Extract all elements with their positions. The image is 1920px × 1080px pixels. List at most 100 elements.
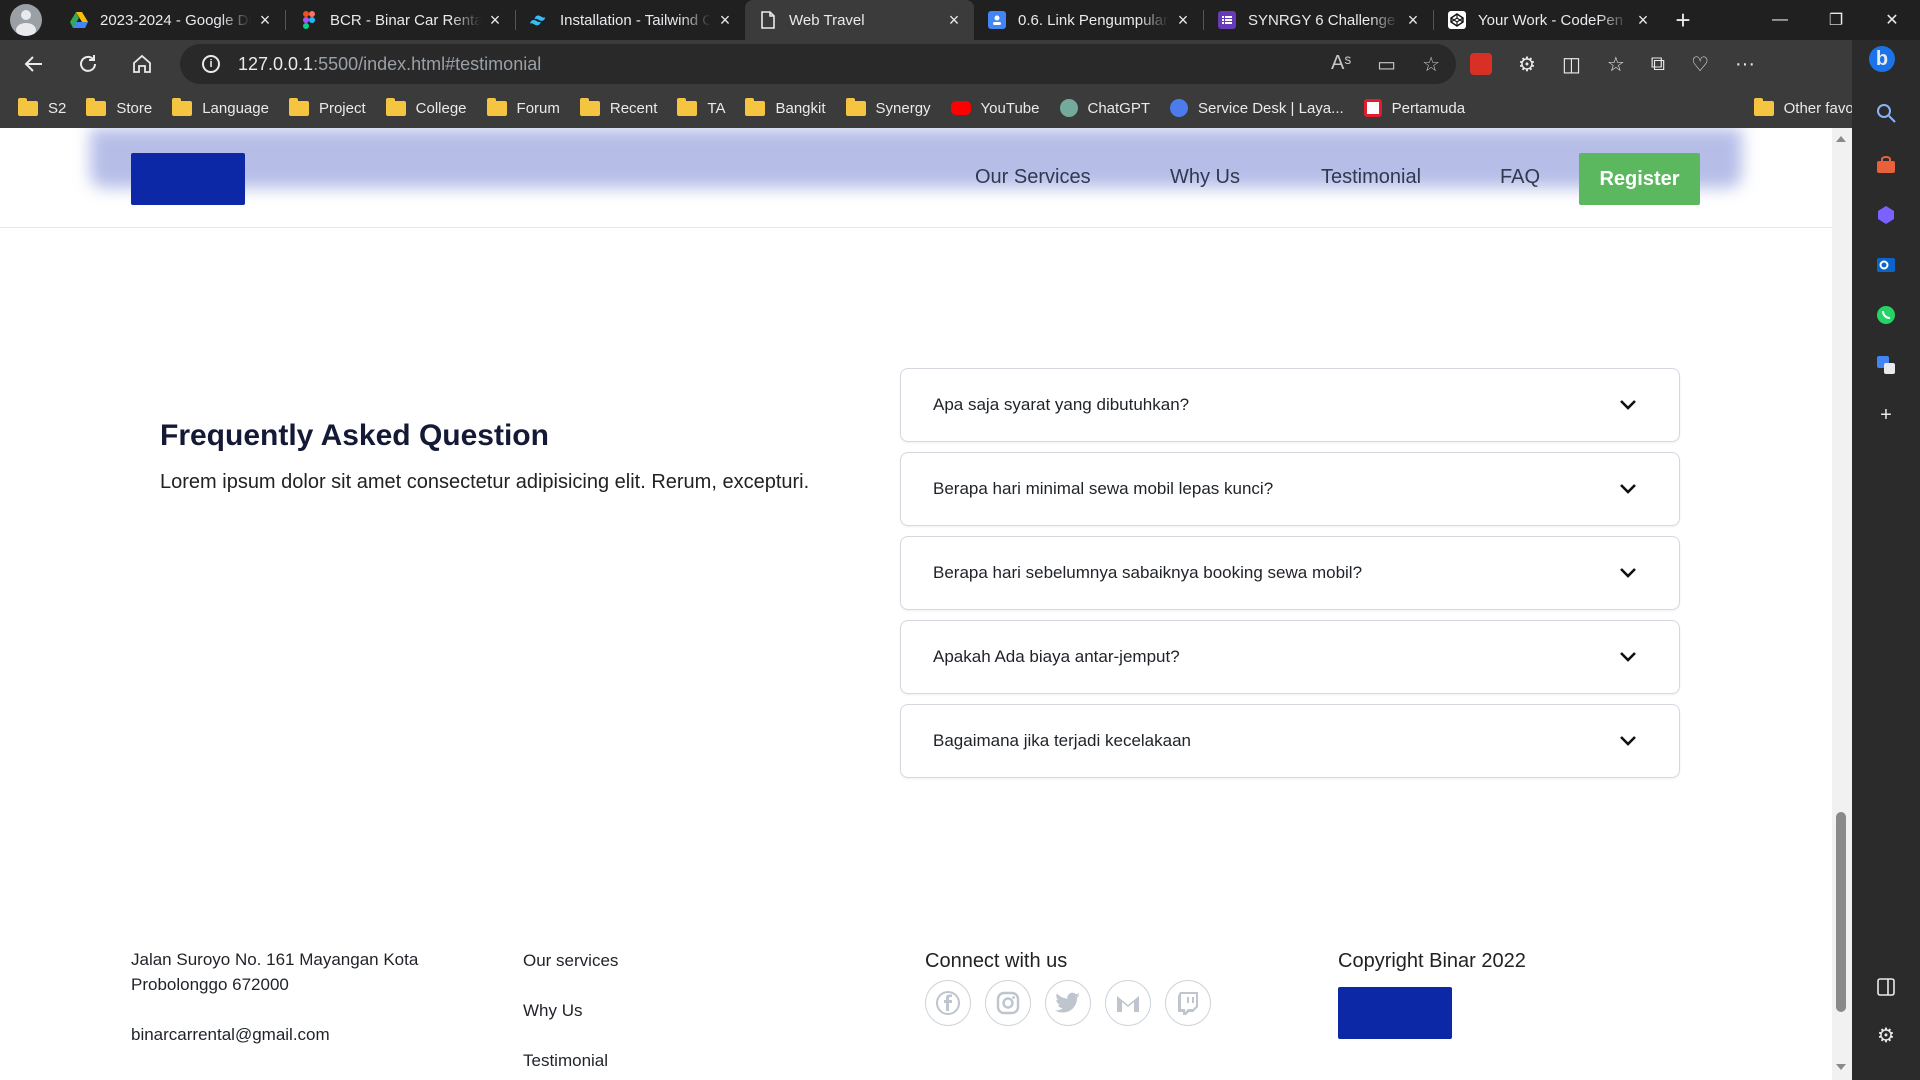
bookmark-pertamuda[interactable]: Pertamuda [1363, 99, 1465, 117]
tab-close-icon[interactable]: × [1635, 10, 1651, 31]
footer-address: Jalan Suroyo No. 161 Mayangan Kota Probo… [131, 947, 418, 997]
add-sidebar-app-icon[interactable]: + [1873, 402, 1899, 428]
extension-toolbar: ⚙ ◫ ☆ ⧉ ♡ ··· [1470, 40, 1755, 88]
search-icon[interactable] [1873, 100, 1899, 126]
extension-icon[interactable] [1470, 53, 1492, 75]
profile-avatar[interactable] [10, 4, 42, 36]
connect-heading: Connect with us [925, 950, 1068, 972]
faq-question: Berapa hari sebelumnya sabaiknya booking… [933, 563, 1363, 582]
twitter-icon[interactable] [1045, 980, 1091, 1026]
twitch-icon[interactable] [1165, 980, 1211, 1026]
url-text[interactable]: 127.0.0.1:5500/index.html#testimonial [238, 54, 541, 75]
tab-close-icon[interactable]: × [946, 10, 962, 31]
bookmark-youtube[interactable]: YouTube [950, 100, 1040, 117]
scroll-up-arrow-icon[interactable] [1836, 136, 1846, 142]
chevron-down-icon[interactable] [1605, 561, 1651, 585]
home-icon[interactable] [120, 46, 164, 82]
bookmark-folder[interactable]: Store [86, 97, 152, 117]
close-window-icon[interactable]: ✕ [1864, 0, 1920, 40]
restore-icon[interactable]: ❐ [1808, 0, 1864, 40]
bing-copilot-icon[interactable]: b [1869, 46, 1895, 72]
faq-accordion-item[interactable]: Berapa hari minimal sewa mobil lepas kun… [900, 452, 1680, 526]
reload-icon[interactable] [66, 46, 110, 82]
favorite-star-icon[interactable]: ☆ [1422, 52, 1440, 77]
tab-bcr-figma[interactable]: BCR - Binar Car Rental × [286, 0, 515, 40]
outlook-icon[interactable] [1873, 252, 1899, 278]
bookmark-folder[interactable]: Project [288, 97, 366, 117]
copilot-app-icon[interactable] [1873, 202, 1899, 228]
chevron-down-icon[interactable] [1605, 645, 1651, 669]
bookmark-folder[interactable]: Recent [579, 97, 657, 117]
tab-web-travel[interactable]: Web Travel × [745, 0, 974, 40]
copyright-text: Copyright Binar 2022 [1338, 950, 1526, 972]
bookmark-folder[interactable]: Synergy [845, 97, 931, 117]
bookmark-folder[interactable]: S2 [18, 97, 66, 117]
nav-why-us[interactable]: Why Us [1170, 166, 1240, 189]
instagram-icon[interactable] [985, 980, 1031, 1026]
chevron-down-icon[interactable] [1605, 393, 1651, 417]
tab-close-icon[interactable]: × [257, 10, 273, 31]
shopping-icon[interactable] [1873, 152, 1899, 178]
nav-testimonial[interactable]: Testimonial [1321, 166, 1421, 189]
minimize-icon[interactable]: — [1752, 0, 1808, 40]
footer-link-testimonial[interactable]: Testimonial [523, 1051, 608, 1071]
nav-our-services[interactable]: Our Services [975, 166, 1091, 189]
collections-icon[interactable]: ⧉ [1651, 53, 1665, 76]
translate-icon[interactable] [1873, 352, 1899, 378]
split-screen-icon[interactable]: ◫ [1562, 52, 1581, 77]
browser-essentials-icon[interactable]: ♡ [1691, 52, 1709, 77]
read-aloud-icon[interactable]: A͏ˢ [1331, 52, 1351, 77]
bookmark-folder[interactable]: TA [677, 97, 725, 117]
bookmark-service-desk[interactable]: Service Desk | Laya... [1170, 99, 1344, 117]
faq-accordion-item[interactable]: Apa saja syarat yang dibutuhkan? [900, 368, 1680, 442]
bookmark-folder[interactable]: College [385, 97, 467, 117]
faq-accordion-item[interactable]: Apakah Ada biaya antar-jemput? [900, 620, 1680, 694]
favorites-icon[interactable]: ☆ [1607, 52, 1625, 77]
tab-tailwind[interactable]: Installation - Tailwind CSS × [516, 0, 745, 40]
new-tab-button[interactable]: + [1663, 5, 1703, 36]
folder-icon [86, 97, 107, 116]
scroll-down-arrow-icon[interactable] [1836, 1064, 1846, 1070]
gmail-icon[interactable] [1105, 980, 1151, 1026]
settings-gear-icon[interactable]: ⚙ [1873, 1022, 1899, 1048]
nav-faq[interactable]: FAQ [1500, 166, 1540, 189]
chevron-down-icon[interactable] [1605, 477, 1651, 501]
hide-sidebar-icon[interactable] [1873, 974, 1899, 1000]
footer-link-our-services[interactable]: Our services [523, 951, 618, 971]
tab-synrgy[interactable]: SYNRGY 6 Challenge Submission × [1204, 0, 1433, 40]
bookmark-folder[interactable]: Language [172, 97, 269, 117]
bookmark-folder[interactable]: Forum [486, 97, 560, 117]
tab-google-drive[interactable]: 2023-2024 - Google Drive × [56, 0, 285, 40]
browser-toolbar: i 127.0.0.1:5500/index.html#testimonial … [0, 40, 1920, 88]
back-icon[interactable] [12, 46, 56, 82]
site-info-icon[interactable]: i [202, 55, 220, 73]
more-menu-icon[interactable]: ··· [1735, 53, 1755, 76]
tab-codepen[interactable]: Your Work - CodePen × [1434, 0, 1663, 40]
tab-link-pengumpulan[interactable]: 0.6. Link Pengumpulan × [974, 0, 1203, 40]
bookmark-folder[interactable]: Bangkit [745, 97, 826, 117]
tab-close-icon[interactable]: × [487, 10, 503, 31]
site-logo[interactable] [131, 153, 245, 205]
extensions-puzzle-icon[interactable]: ⚙ [1518, 52, 1536, 77]
register-button[interactable]: Register [1579, 153, 1700, 205]
tab-close-icon[interactable]: × [717, 10, 733, 31]
vertical-scrollbar-thumb[interactable] [1836, 812, 1846, 1012]
address-bar[interactable]: i 127.0.0.1:5500/index.html#testimonial … [180, 44, 1456, 84]
footer-logo[interactable] [1338, 987, 1452, 1039]
tab-close-icon[interactable]: × [1175, 10, 1191, 31]
immersive-reader-icon[interactable]: ▭ [1377, 52, 1396, 77]
folder-icon [579, 97, 600, 116]
tab-close-icon[interactable]: × [1405, 10, 1421, 31]
faq-accordion-item[interactable]: Berapa hari sebelumnya sabaiknya booking… [900, 536, 1680, 610]
whatsapp-icon[interactable] [1873, 302, 1899, 328]
footer-email[interactable]: binarcarrental@gmail.com [131, 1022, 330, 1047]
faq-accordion-item[interactable]: Bagaimana jika terjadi kecelakaan [900, 704, 1680, 778]
list-icon [1218, 11, 1236, 29]
bookmark-chatgpt[interactable]: ChatGPT [1059, 99, 1150, 117]
facebook-icon[interactable] [925, 980, 971, 1026]
edge-sidebar: b + ⚙ [1852, 40, 1920, 1080]
footer-link-why-us[interactable]: Why Us [523, 1001, 583, 1021]
tab-title: SYNRGY 6 Challenge Submission [1248, 11, 1399, 29]
chevron-down-icon[interactable] [1605, 729, 1651, 753]
faq-question: Apakah Ada biaya antar-jemput? [933, 647, 1180, 666]
